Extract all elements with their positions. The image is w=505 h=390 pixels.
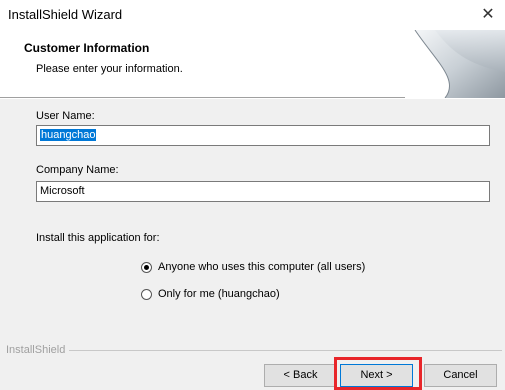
user-name-value: huangchao (40, 129, 97, 141)
company-name-input[interactable]: Microsoft (36, 181, 490, 202)
installshield-brand-divider: InstallShield (6, 344, 502, 356)
wizard-header: Customer Information Please enter your i… (0, 30, 505, 98)
next-button[interactable]: Next > (340, 364, 413, 387)
user-name-input[interactable]: huangchao (36, 125, 490, 146)
wizard-body: User Name: huangchao Company Name: Micro… (0, 99, 505, 390)
installshield-brand-label: InstallShield (6, 344, 70, 356)
install-for-label: Install this application for: (36, 232, 160, 244)
radio-only-me[interactable]: Only for me (huangchao) (141, 288, 280, 300)
title-bar: InstallShield Wizard ✕ (0, 0, 505, 30)
window-title: InstallShield Wizard (8, 7, 123, 22)
radio-all-users-label: Anyone who uses this computer (all users… (158, 261, 366, 273)
cancel-button[interactable]: Cancel (424, 364, 497, 387)
page-subtitle: Please enter your information. (36, 63, 183, 75)
divider-line (6, 350, 502, 351)
radio-only-me-label: Only for me (huangchao) (158, 288, 280, 300)
radio-only-me-indicator[interactable] (141, 288, 152, 300)
back-button[interactable]: < Back (264, 364, 337, 387)
company-name-value: Microsoft (40, 185, 85, 197)
radio-all-users-indicator[interactable] (141, 261, 152, 273)
installshield-graphic-icon (405, 30, 505, 98)
company-name-label: Company Name: (36, 164, 119, 176)
radio-all-users[interactable]: Anyone who uses this computer (all users… (141, 261, 365, 273)
user-name-label: User Name: (36, 110, 95, 122)
page-title: Customer Information (24, 41, 150, 55)
close-icon[interactable]: ✕ (471, 0, 505, 30)
